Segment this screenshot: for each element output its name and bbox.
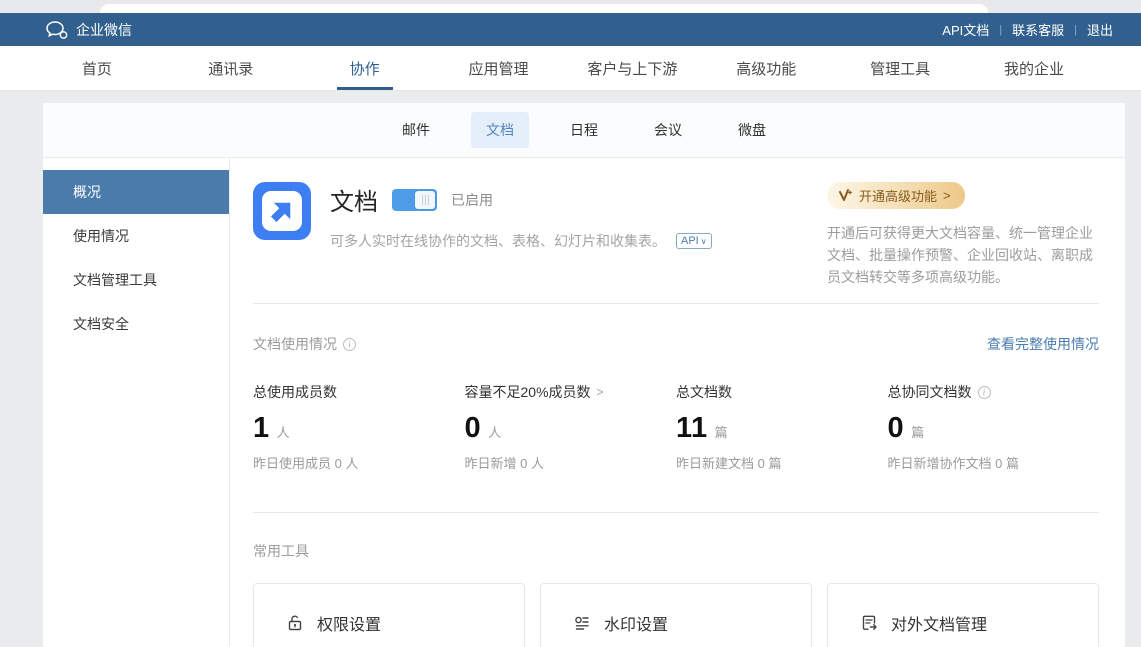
stat-unit: 人 — [488, 422, 501, 441]
tools-section: 常用工具 权限设置 — [253, 513, 1099, 647]
subtab-mail[interactable]: 邮件 — [387, 112, 445, 148]
premium-button-label: 开通高级功能 — [859, 186, 937, 205]
stat-low-capacity-members: 容量不足20%成员数 > 0 人 昨日新增 0 人 — [465, 382, 677, 472]
nav-item-collaboration[interactable]: 协作 — [298, 46, 432, 90]
chevron-right-icon: > — [943, 188, 951, 203]
stat-label: 总文档数 — [676, 382, 732, 402]
sidebar-item-doc-security[interactable]: 文档安全 — [43, 302, 229, 346]
api-label: API — [681, 235, 699, 247]
api-dropdown[interactable]: API ∨ — [676, 233, 712, 249]
nav-item-customers[interactable]: 客户与上下游 — [566, 46, 700, 90]
sidebar-item-doc-tools[interactable]: 文档管理工具 — [43, 258, 229, 302]
stat-value: 0 — [465, 412, 482, 445]
usage-stats: 总使用成员数 1 人 昨日使用成员 0 人 容量不足20%成员数 > — [253, 382, 1099, 472]
usage-title-text: 文档使用情况 — [253, 334, 337, 354]
stat-value: 1 — [253, 412, 270, 445]
lock-icon — [286, 614, 304, 632]
stat-total-docs: 总文档数 11 篇 昨日新建文档 0 篇 — [676, 382, 888, 472]
app-title: 文档 — [330, 182, 378, 217]
stat-collab-docs: 总协同文档数 i 0 篇 昨日新增协作文档 0 篇 — [888, 382, 1100, 472]
brand: 企业微信 — [45, 20, 132, 40]
doc-app-icon — [253, 182, 311, 240]
stat-label[interactable]: 容量不足20%成员数 — [465, 382, 591, 402]
info-icon[interactable]: i — [978, 386, 991, 399]
upgrade-premium-button[interactable]: 开通高级功能 > — [827, 182, 965, 209]
main-panel: 文档 已启用 可多人实时在线协作的文档、表格、幻灯片和收集表。 API ∨ — [230, 158, 1125, 647]
premium-description: 开通后可获得更大文档容量、统一管理企业文档、批量操作预警、企业回收站、离职成员文… — [827, 222, 1099, 288]
usage-section-title: 文档使用情况 i — [253, 334, 356, 354]
nav-item-home[interactable]: 首页 — [30, 46, 164, 90]
tool-card-external-docs[interactable]: 对外文档管理 查看和管理允许企业外访问的文档 — [827, 583, 1099, 647]
subtab-drive[interactable]: 微盘 — [723, 112, 781, 148]
stat-label: 总协同文档数 — [888, 382, 972, 402]
topbar-link-contact-support[interactable]: 联系客服 — [1002, 20, 1074, 39]
subtab-meeting[interactable]: 会议 — [639, 112, 697, 148]
sidebar-item-usage[interactable]: 使用情况 — [43, 214, 229, 258]
tools-section-title: 常用工具 — [253, 541, 1099, 561]
topbar-links: API文档 | 联系客服 | 退出 — [932, 20, 1123, 39]
stat-subtext: 昨日使用成员 0 人 — [253, 453, 465, 472]
chevron-right-icon[interactable]: > — [597, 385, 604, 399]
brand-name: 企业微信 — [76, 20, 132, 40]
tool-card-permissions[interactable]: 权限设置 设置企业内外的访问权限 — [253, 583, 525, 647]
stat-subtext: 昨日新增 0 人 — [465, 453, 677, 472]
info-icon[interactable]: i — [343, 338, 356, 351]
view-full-usage-link[interactable]: 查看完整使用情况 — [987, 334, 1099, 354]
subtab-docs[interactable]: 文档 — [471, 112, 529, 148]
browser-tab-strip — [0, 0, 1141, 13]
stat-unit: 篇 — [715, 422, 728, 441]
toggle-state-label: 已启用 — [451, 190, 493, 210]
nav-item-my-company[interactable]: 我的企业 — [967, 46, 1101, 90]
nav-item-advanced-features[interactable]: 高级功能 — [699, 46, 833, 90]
tool-card-watermark[interactable]: 水印设置 为企业内文档开启水印，数据泄露事件可追 — [540, 583, 812, 647]
toggle-knob — [415, 191, 435, 209]
topbar-link-api-docs[interactable]: API文档 — [932, 20, 999, 39]
browser-tab — [100, 4, 988, 13]
stat-value: 0 — [888, 412, 905, 445]
premium-sparkle-icon — [839, 189, 853, 202]
tool-card-title: 权限设置 — [317, 611, 381, 635]
stat-unit: 人 — [277, 422, 290, 441]
stat-label: 总使用成员数 — [253, 382, 337, 402]
nav-item-contacts[interactable]: 通讯录 — [164, 46, 298, 90]
app-header: 文档 已启用 可多人实时在线协作的文档、表格、幻灯片和收集表。 API ∨ — [253, 158, 1099, 304]
chevron-down-icon: ∨ — [701, 237, 707, 246]
app-head-text: 文档 已启用 可多人实时在线协作的文档、表格、幻灯片和收集表。 API ∨ — [330, 182, 712, 303]
top-bar: 企业微信 API文档 | 联系客服 | 退出 — [0, 13, 1141, 46]
tool-cards: 权限设置 设置企业内外的访问权限 — [253, 583, 1099, 647]
stat-subtext: 昨日新建文档 0 篇 — [676, 453, 888, 472]
sidebar: 概况 使用情况 文档管理工具 文档安全 — [43, 158, 230, 647]
app-description: 可多人实时在线协作的文档、表格、幻灯片和收集表。 — [330, 231, 666, 251]
tool-card-title: 对外文档管理 — [891, 611, 987, 635]
premium-panel: 开通高级功能 > 开通后可获得更大文档容量、统一管理企业文档、批量操作预警、企业… — [827, 182, 1099, 288]
content-card: 邮件 文档 日程 会议 微盘 概况 使用情况 文档管理工具 文档安全 — [43, 103, 1125, 647]
stat-subtext: 昨日新增协作文档 0 篇 — [888, 453, 1100, 472]
tool-card-title: 水印设置 — [604, 611, 668, 635]
stat-total-members: 总使用成员数 1 人 昨日使用成员 0 人 — [253, 382, 465, 472]
wecom-logo-icon — [45, 20, 69, 40]
stat-unit: 篇 — [911, 422, 924, 441]
enable-toggle[interactable] — [392, 189, 437, 211]
watermark-icon — [573, 614, 591, 632]
subtab-bar: 邮件 文档 日程 会议 微盘 — [43, 103, 1125, 158]
topbar-link-logout[interactable]: 退出 — [1077, 20, 1123, 39]
doc-app-icon-inner — [262, 191, 302, 231]
main-nav: 首页 通讯录 协作 应用管理 客户与上下游 高级功能 管理工具 我的企业 — [0, 46, 1141, 91]
stat-value: 11 — [676, 412, 708, 445]
subtab-calendar[interactable]: 日程 — [555, 112, 613, 148]
external-doc-icon — [860, 614, 878, 632]
sidebar-item-overview[interactable]: 概况 — [43, 170, 229, 214]
usage-section: 文档使用情况 i 查看完整使用情况 总使用成员数 1 人 昨日使用成员 0 人 — [253, 304, 1099, 513]
card-body: 概况 使用情况 文档管理工具 文档安全 文档 — [43, 158, 1125, 647]
nav-item-app-management[interactable]: 应用管理 — [432, 46, 566, 90]
nav-item-admin-tools[interactable]: 管理工具 — [833, 46, 967, 90]
